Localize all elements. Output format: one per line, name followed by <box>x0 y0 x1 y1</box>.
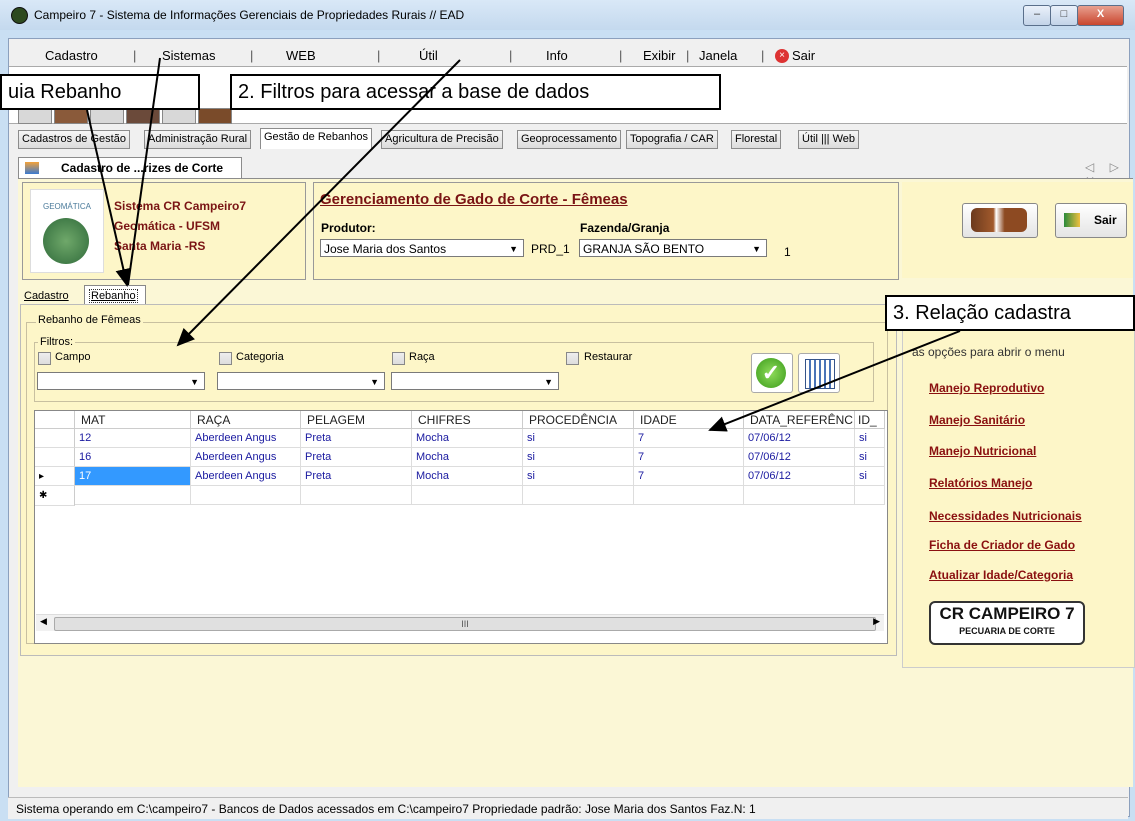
arrow-to-rebanho-tab <box>86 109 132 287</box>
arrow-to-grid <box>708 330 961 432</box>
arrow-to-filters <box>176 59 461 347</box>
arrow-to-rebanho-tab-2 <box>127 57 161 286</box>
annotation-arrows <box>86 57 961 432</box>
